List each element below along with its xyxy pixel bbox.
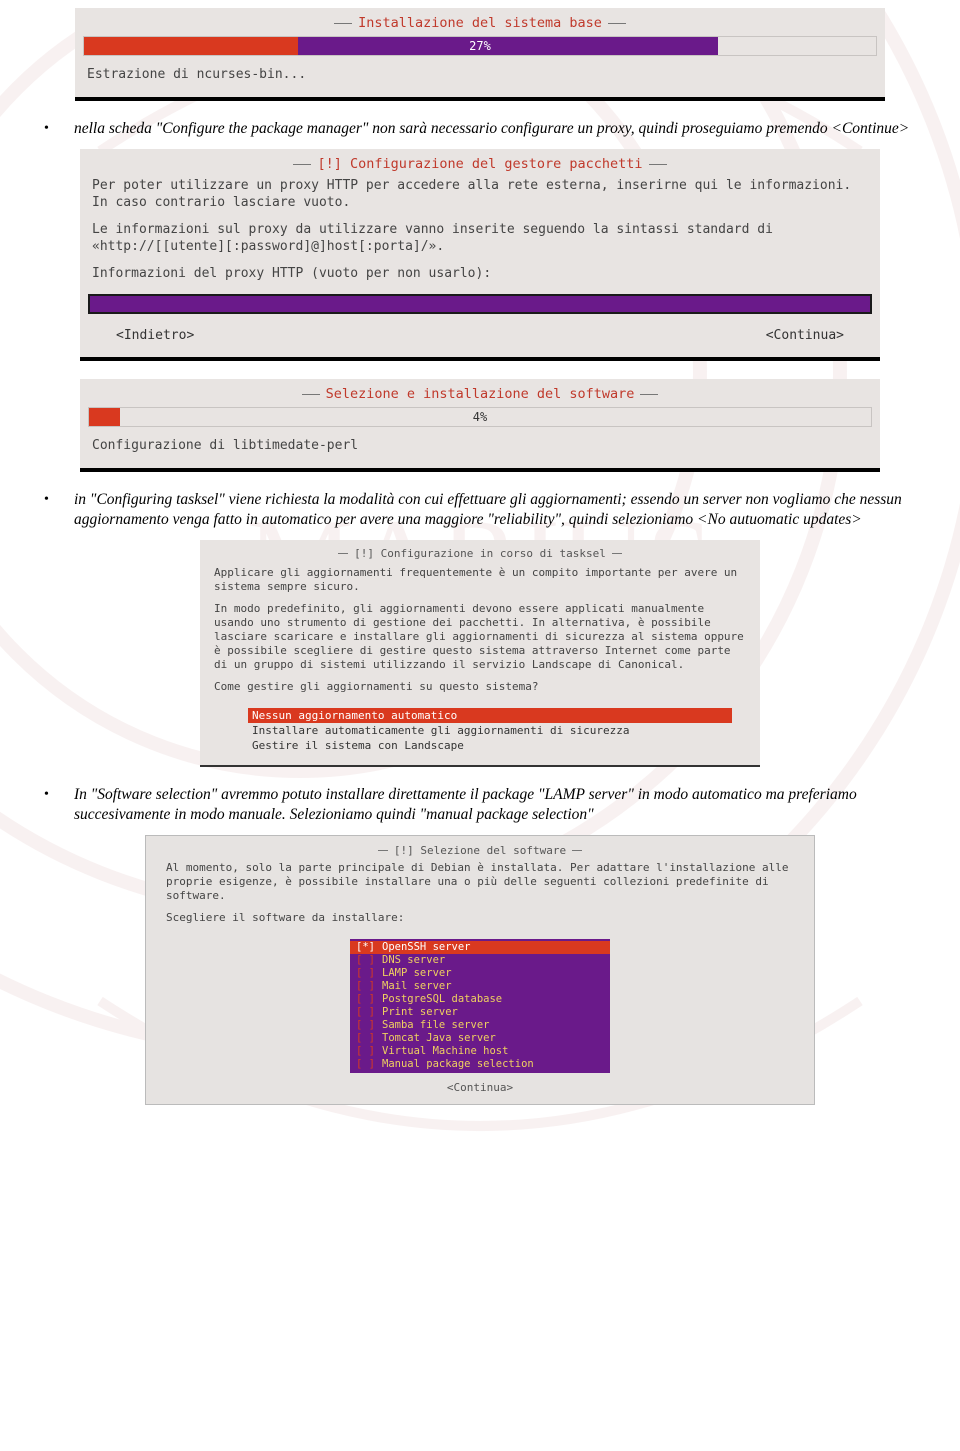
software-option-8[interactable]: [ ]Virtual Machine host	[350, 1045, 610, 1058]
install-base-panel: Installazione del sistema base 27% Estra…	[75, 8, 885, 101]
software-install-pct: 4%	[89, 408, 871, 426]
checkbox-icon[interactable]: [ ]	[356, 967, 382, 980]
panel4-title: [!] Configurazione in corso di tasksel	[348, 547, 612, 560]
software-option-label: OpenSSH server	[382, 941, 471, 954]
panel4-body1: Applicare gli aggiornamenti frequentemen…	[214, 566, 746, 594]
software-option-label: DNS server	[382, 954, 445, 967]
bullet1-text: nella scheda "Configure the package mana…	[74, 119, 920, 139]
checkbox-icon[interactable]: [ ]	[356, 1019, 382, 1032]
software-option-7[interactable]: [ ]Tomcat Java server	[350, 1032, 610, 1045]
panel5-title: [!] Selezione del software	[388, 844, 572, 857]
software-selection-panel: [!] Selezione del software Al momento, s…	[145, 835, 815, 1105]
checkbox-icon[interactable]: [ ]	[356, 1032, 382, 1045]
software-option-3[interactable]: [ ]Mail server	[350, 980, 610, 993]
panel1-title: Installazione del sistema base	[352, 15, 608, 31]
software-option-label: Tomcat Java server	[382, 1032, 496, 1045]
back-button[interactable]: <Indietro>	[116, 328, 194, 343]
software-options-list: [*]OpenSSH server[ ]DNS server[ ]LAMP se…	[350, 939, 610, 1073]
install-base-progress: 27%	[83, 36, 877, 56]
bullet-icon: •	[40, 490, 74, 530]
panel2-body3: Informazioni del proxy HTTP (vuoto per n…	[92, 265, 868, 282]
panel5-body2: Scegliere il software da installare:	[166, 911, 794, 925]
software-option-4[interactable]: [ ]PostgreSQL database	[350, 993, 610, 1006]
bullet3-text: In "Software selection" avremmo potuto i…	[74, 785, 920, 825]
install-base-pct: 27%	[84, 37, 876, 55]
tasksel-option-security[interactable]: Installare automaticamente gli aggiornam…	[248, 723, 732, 738]
tasksel-option-landscape[interactable]: Gestire il sistema con Landscape	[248, 738, 732, 753]
checkbox-icon[interactable]: [*]	[356, 941, 382, 954]
panel3-title: Selezione e installazione del software	[320, 386, 641, 402]
bullet-icon: •	[40, 785, 74, 825]
tasksel-option-none[interactable]: Nessun aggiornamento automatico	[248, 708, 732, 723]
install-base-status: Estrazione di ncurses-bin...	[81, 62, 879, 91]
software-option-6[interactable]: [ ]Samba file server	[350, 1019, 610, 1032]
checkbox-icon[interactable]: [ ]	[356, 1006, 382, 1019]
software-install-progress: 4%	[88, 407, 872, 427]
software-option-label: PostgreSQL database	[382, 993, 502, 1006]
tasksel-panel: [!] Configurazione in corso di tasksel A…	[200, 540, 760, 767]
software-option-label: Print server	[382, 1006, 458, 1019]
software-option-label: LAMP server	[382, 967, 452, 980]
panel5-body1: Al momento, solo la parte principale di …	[166, 861, 794, 903]
bullet2-text: in "Configuring tasksel" viene richiesta…	[74, 490, 920, 530]
checkbox-icon[interactable]: [ ]	[356, 980, 382, 993]
software-option-label: Virtual Machine host	[382, 1045, 508, 1058]
software-install-panel: Selezione e installazione del software 4…	[80, 379, 880, 472]
software-option-2[interactable]: [ ]LAMP server	[350, 967, 610, 980]
proxy-http-input[interactable]	[88, 294, 872, 314]
panel2-body2: Le informazioni sul proxy da utilizzare …	[92, 221, 868, 255]
checkbox-icon[interactable]: [ ]	[356, 993, 382, 1006]
software-install-status: Configurazione di libtimedate-perl	[86, 433, 874, 462]
panel4-body2: In modo predefinito, gli aggiornamenti d…	[214, 602, 746, 672]
panel2-title: [!] Configurazione del gestore pacchetti	[311, 156, 648, 172]
software-option-label: Samba file server	[382, 1019, 489, 1032]
bullet-icon: •	[40, 119, 74, 139]
checkbox-icon[interactable]: [ ]	[356, 1058, 382, 1071]
software-option-label: Mail server	[382, 980, 452, 993]
checkbox-icon[interactable]: [ ]	[356, 954, 382, 967]
proxy-config-panel: [!] Configurazione del gestore pacchetti…	[80, 149, 880, 361]
panel4-body3: Come gestire gli aggiornamenti su questo…	[214, 680, 746, 694]
checkbox-icon[interactable]: [ ]	[356, 1045, 382, 1058]
panel2-body1: Per poter utilizzare un proxy HTTP per a…	[92, 177, 868, 211]
software-option-1[interactable]: [ ]DNS server	[350, 954, 610, 967]
software-option-9[interactable]: [ ]Manual package selection	[350, 1058, 610, 1071]
software-option-5[interactable]: [ ]Print server	[350, 1006, 610, 1019]
software-continue-button[interactable]: <Continua>	[160, 1081, 800, 1094]
continue-button[interactable]: <Continua>	[766, 328, 844, 343]
software-option-0[interactable]: [*]OpenSSH server	[350, 941, 610, 954]
software-option-label: Manual package selection	[382, 1058, 534, 1071]
